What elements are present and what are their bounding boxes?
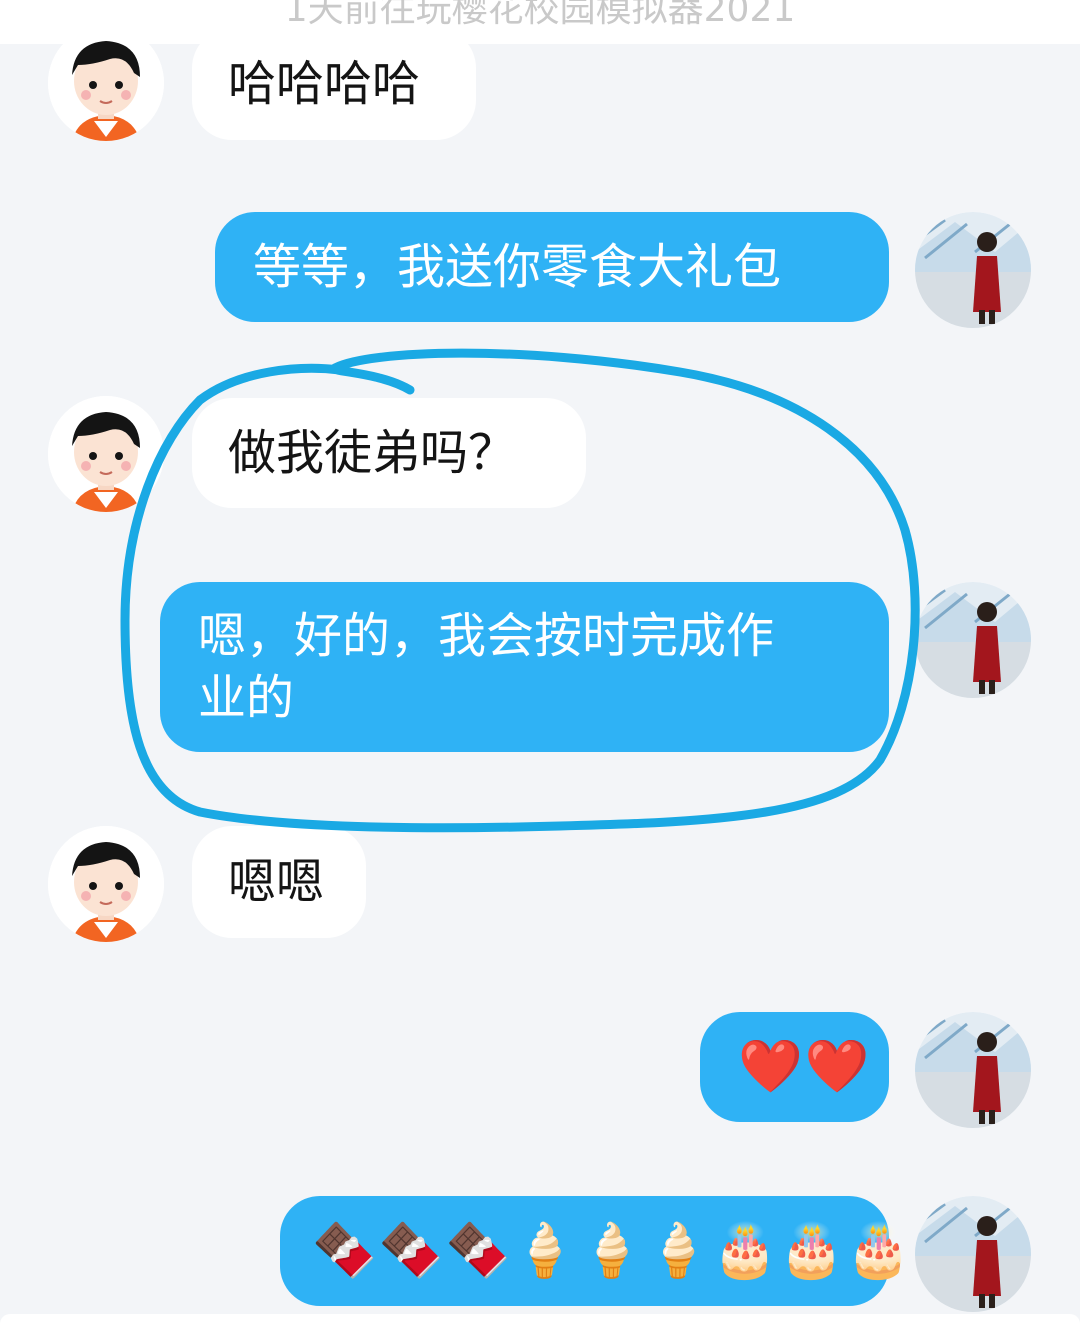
chat-title: 1天前往玩樱花校园模拟器2021 <box>284 0 796 30</box>
cartoon-boy-avatar-icon[interactable] <box>48 25 164 141</box>
message-bubble-received[interactable]: 做我徒弟吗？ <box>192 398 586 508</box>
girl-photo-avatar-icon[interactable] <box>915 212 1031 328</box>
message-text: 嗯嗯 <box>228 854 325 910</box>
cartoon-boy-avatar-icon[interactable] <box>48 396 164 512</box>
message-bubble-received[interactable]: 哈哈哈哈 <box>192 28 476 140</box>
cartoon-boy-avatar-icon[interactable] <box>48 826 164 942</box>
bottom-input-bar-edge <box>0 1314 1080 1324</box>
message-bubble-sent[interactable]: ❤️❤️ <box>700 1012 889 1122</box>
message-bubble-sent[interactable]: 等等，我送你零食大礼包 <box>215 212 889 322</box>
message-bubble-sent[interactable]: 🍫🍫🍫🍦🍦🍦🎂🎂🎂 <box>280 1196 911 1306</box>
girl-photo-avatar-icon[interactable] <box>915 1012 1031 1128</box>
message-text: 做我徒弟吗？ <box>228 425 517 481</box>
message-text-line-2: 业的 <box>198 670 295 726</box>
message-text-line-1: 嗯，好的，我会按时完成作 <box>198 608 775 664</box>
message-text: 等等，我送你零食大礼包 <box>253 239 782 295</box>
top-bar: 1天前往玩樱花校园模拟器2021 <box>0 0 1080 44</box>
girl-photo-avatar-icon[interactable] <box>915 582 1031 698</box>
message-bubble-sent[interactable]: 嗯，好的，我会按时完成作 业的 <box>160 582 889 752</box>
girl-photo-avatar-icon[interactable] <box>915 1196 1031 1312</box>
message-emoji: 🍫🍫🍫🍦🍦🍦🎂🎂🎂 <box>312 1221 913 1281</box>
message-bubble-received[interactable]: 嗯嗯 <box>192 826 366 938</box>
message-text: 哈哈哈哈 <box>228 56 421 112</box>
message-emoji: ❤️❤️ <box>738 1037 872 1097</box>
